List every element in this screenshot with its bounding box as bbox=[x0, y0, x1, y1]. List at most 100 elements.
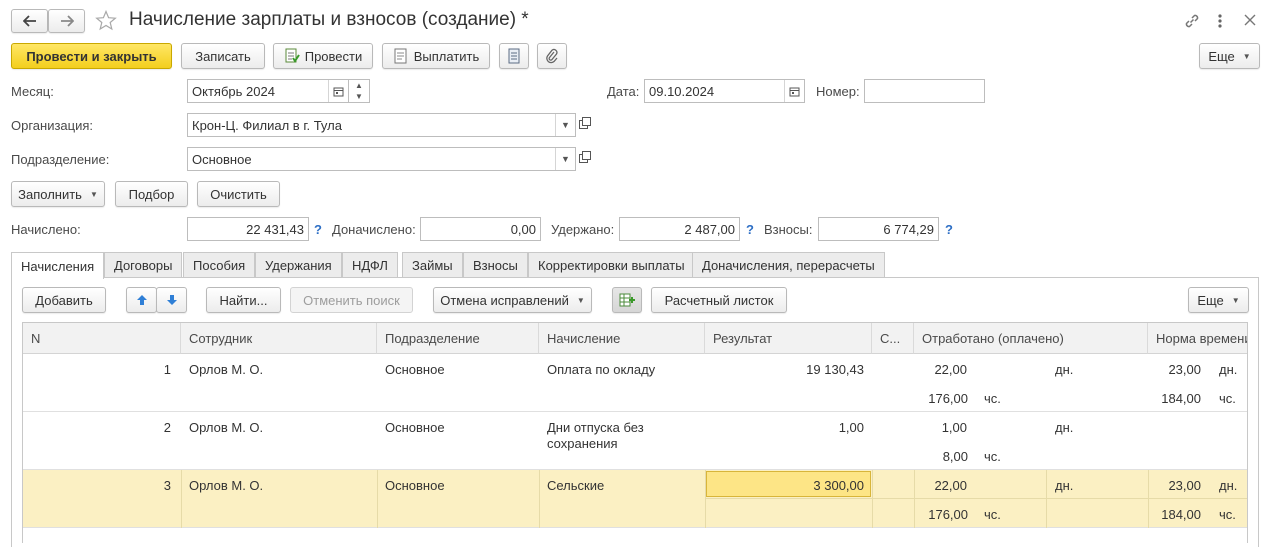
contributions-help-link[interactable]: ? bbox=[945, 222, 953, 237]
post-button[interactable]: Провести bbox=[273, 43, 373, 69]
extra-accrued-label: Доначислено: bbox=[332, 222, 416, 237]
column-header-norm[interactable]: Норма времени bbox=[1148, 323, 1247, 354]
post-and-close-button[interactable]: Провести и закрыть bbox=[11, 43, 172, 69]
tab-loans[interactable]: Займы bbox=[402, 252, 463, 278]
select-button[interactable]: Подбор bbox=[115, 181, 188, 207]
tab-contracts[interactable]: Договоры bbox=[104, 252, 183, 278]
stepper-down-icon[interactable]: ▼ bbox=[349, 91, 369, 102]
column-header-accrual[interactable]: Начисление bbox=[539, 323, 705, 354]
tab-contributions[interactable]: Взносы bbox=[463, 252, 528, 278]
column-header-n[interactable]: N bbox=[23, 323, 181, 354]
pay-button[interactable]: Выплатить bbox=[382, 43, 490, 69]
row-worked-days-unit: дн. bbox=[1055, 478, 1074, 493]
stepper-up-icon[interactable]: ▲ bbox=[349, 80, 369, 91]
row-norm-hours-unit: чс. bbox=[1219, 391, 1236, 406]
row-result: 19 130,43 bbox=[806, 362, 864, 377]
post-doc-icon bbox=[284, 48, 300, 64]
row-worked-days: 22,00 bbox=[934, 362, 967, 377]
withheld-label: Удержано: bbox=[551, 222, 615, 237]
accrued-field[interactable]: 22 431,43 bbox=[187, 217, 309, 241]
column-header-department[interactable]: Подразделение bbox=[377, 323, 539, 354]
calendar-icon[interactable] bbox=[784, 80, 804, 102]
accruals-table[interactable]: N Сотрудник Подразделение Начисление Рез… bbox=[22, 322, 1248, 543]
table-row-selected[interactable]: 3 Орлов М. О. Основное Сельские 3 300,00… bbox=[23, 470, 1247, 528]
department-value: Основное bbox=[192, 151, 252, 167]
forward-button[interactable] bbox=[48, 9, 85, 33]
withheld-help-link[interactable]: ? bbox=[746, 222, 754, 237]
department-open-button[interactable] bbox=[578, 150, 596, 168]
tab-payment-corrections[interactable]: Корректировки выплаты bbox=[528, 252, 695, 278]
back-arrow-icon bbox=[22, 15, 37, 27]
grid-more-button[interactable]: Еще ▼ bbox=[1188, 287, 1249, 313]
link-icon[interactable] bbox=[1183, 12, 1201, 30]
department-field[interactable]: Основное ▼ bbox=[187, 147, 576, 171]
contributions-field[interactable]: 6 774,29 bbox=[818, 217, 939, 241]
payslip-button[interactable]: Расчетный листок bbox=[651, 287, 787, 313]
row-worked-days: 1,00 bbox=[941, 420, 967, 435]
month-stepper[interactable]: ▲ ▼ bbox=[349, 79, 370, 103]
row-result: 3 300,00 bbox=[813, 478, 864, 493]
dropdown-icon[interactable]: ▼ bbox=[555, 114, 575, 136]
accrued-help-link[interactable]: ? bbox=[314, 222, 322, 237]
tab-benefits[interactable]: Пособия bbox=[183, 252, 256, 278]
column-header-employee[interactable]: Сотрудник bbox=[181, 323, 377, 354]
forward-arrow-icon bbox=[60, 15, 74, 27]
row-norm-days-unit: дн. bbox=[1219, 478, 1238, 493]
tab-recalculations[interactable]: Доначисления, перерасчеты bbox=[692, 252, 885, 278]
row-worked-days-unit: дн. bbox=[1055, 420, 1074, 435]
contributions-value: 6 774,29 bbox=[883, 221, 934, 237]
row-norm-hours-unit: чс. bbox=[1219, 507, 1236, 522]
row-employee: Орлов М. О. bbox=[189, 420, 264, 435]
find-button[interactable]: Найти... bbox=[206, 287, 281, 313]
move-up-button[interactable] bbox=[126, 287, 157, 313]
row-worked-hours-unit: чс. bbox=[984, 391, 1001, 406]
row-accrual: Дни отпуска без сохранения bbox=[547, 420, 644, 451]
tab-deductions[interactable]: Удержания bbox=[255, 252, 342, 278]
organization-open-button[interactable] bbox=[578, 116, 596, 134]
clear-button[interactable]: Очистить bbox=[197, 181, 280, 207]
month-field[interactable]: Октябрь 2024 bbox=[187, 79, 349, 103]
tab-ndfl[interactable]: НДФЛ bbox=[342, 252, 398, 278]
cancel-search-button[interactable]: Отменить поиск bbox=[290, 287, 413, 313]
row-worked-hours: 176,00 bbox=[928, 507, 968, 522]
row-worked-hours: 8,00 bbox=[942, 449, 968, 464]
save-button[interactable]: Записать bbox=[181, 43, 265, 69]
pay-doc-icon bbox=[393, 48, 409, 64]
column-header-result[interactable]: Результат bbox=[705, 323, 872, 354]
arrow-up-icon bbox=[136, 294, 148, 306]
column-header-worked[interactable]: Отработано (оплачено) bbox=[914, 323, 1148, 354]
attach-button[interactable] bbox=[537, 43, 567, 69]
cancel-corrections-button[interactable]: Отмена исправлений ▼ bbox=[433, 287, 592, 313]
fill-button[interactable]: Заполнить ▼ bbox=[11, 181, 105, 207]
pay-label: Выплатить bbox=[413, 48, 480, 64]
number-field[interactable] bbox=[864, 79, 985, 103]
accrued-value: 22 431,43 bbox=[246, 221, 304, 237]
grid-settings-button[interactable] bbox=[612, 287, 642, 313]
kebab-menu-icon[interactable] bbox=[1216, 12, 1224, 30]
row-worked-days: 22,00 bbox=[934, 478, 967, 493]
toolbar-more-button[interactable]: Еще ▼ bbox=[1199, 43, 1260, 69]
add-row-button[interactable]: Добавить bbox=[22, 287, 106, 313]
withheld-field[interactable]: 2 487,00 bbox=[619, 217, 740, 241]
move-down-button[interactable] bbox=[156, 287, 187, 313]
chevron-down-icon: ▼ bbox=[576, 295, 585, 305]
calendar-icon[interactable] bbox=[328, 80, 348, 102]
row-employee: Орлов М. О. bbox=[189, 362, 264, 377]
organization-field[interactable]: Крон-Ц. Филиал в г. Тула ▼ bbox=[187, 113, 576, 137]
extra-accrued-field[interactable]: 0,00 bbox=[420, 217, 541, 241]
month-label: Месяц: bbox=[11, 84, 54, 99]
star-icon[interactable] bbox=[95, 10, 117, 31]
chevron-down-icon: ▼ bbox=[1231, 295, 1240, 305]
row-worked-hours-unit: чс. bbox=[984, 507, 1001, 522]
arrow-down-icon bbox=[166, 294, 178, 306]
table-row[interactable]: 1 Орлов М. О. Основное Оплата по окладу … bbox=[23, 354, 1247, 412]
dropdown-icon[interactable]: ▼ bbox=[555, 148, 575, 170]
date-field[interactable]: 09.10.2024 bbox=[644, 79, 805, 103]
close-icon[interactable] bbox=[1244, 14, 1256, 26]
back-button[interactable] bbox=[11, 9, 48, 33]
report-button[interactable] bbox=[499, 43, 529, 69]
organization-label: Организация: bbox=[11, 118, 94, 133]
table-row[interactable]: 2 Орлов М. О. Основное Дни отпуска без с… bbox=[23, 412, 1247, 470]
tab-accruals[interactable]: Начисления bbox=[11, 252, 105, 279]
column-header-s[interactable]: С... bbox=[872, 323, 914, 354]
